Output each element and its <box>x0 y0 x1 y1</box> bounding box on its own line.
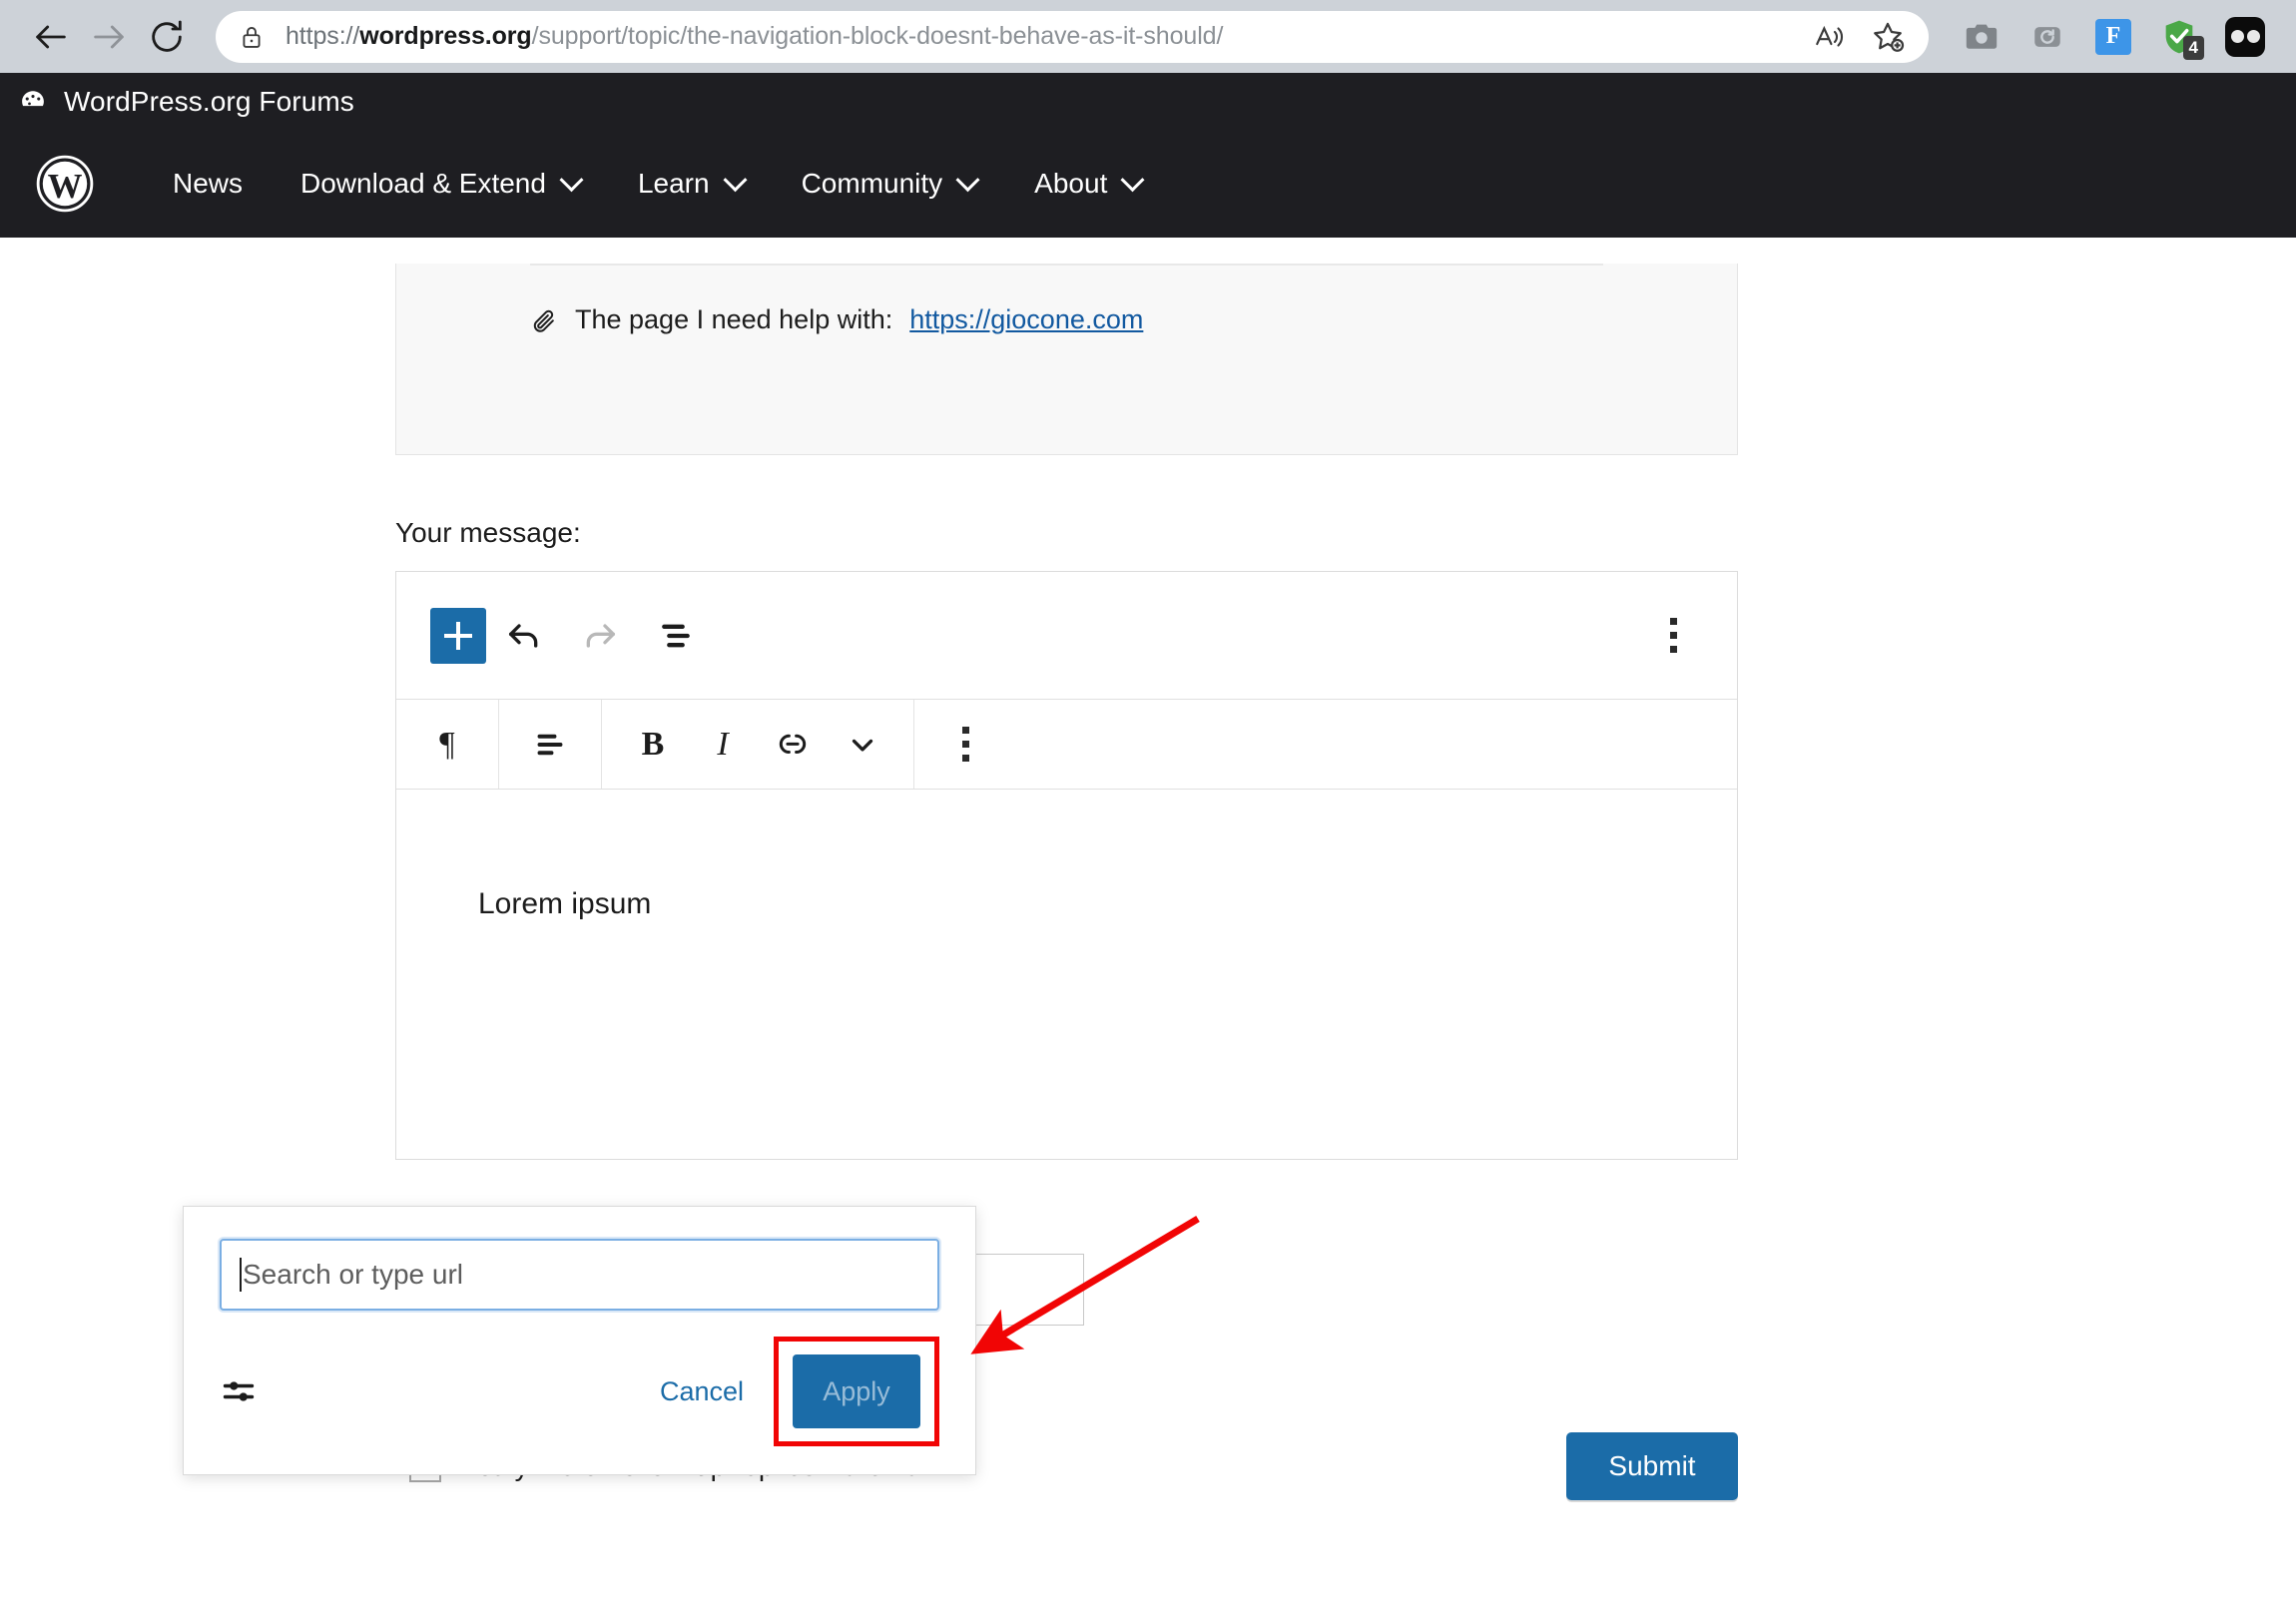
refresh-extension-icon <box>2034 26 2060 47</box>
read-aloud-button[interactable] <box>1803 14 1857 60</box>
nav-label: Community <box>801 168 943 199</box>
undo-icon <box>509 623 538 648</box>
link-settings-sliders-icon[interactable] <box>220 1372 258 1410</box>
arrow-right-icon <box>94 25 124 48</box>
lock-icon <box>238 23 266 51</box>
editor-options-button[interactable] <box>1643 598 1703 674</box>
nav-item-news[interactable]: News <box>144 168 272 200</box>
fonts-extension-icon: F <box>2095 18 2131 55</box>
nav-item-download-extend[interactable]: Download & Extend <box>272 167 609 200</box>
screenshot-camera-icon <box>1966 24 1998 49</box>
nav-label: News <box>173 168 244 199</box>
chevron-down-icon <box>559 167 584 192</box>
add-block-button[interactable] <box>430 607 486 664</box>
block-toolbar: ¶ B I <box>396 700 1737 790</box>
block-editor: ¶ B I Lorem ipsum <box>395 571 1738 1160</box>
bold-button[interactable]: B <box>618 701 688 789</box>
dark-extension-button[interactable] <box>2216 8 2274 66</box>
help-page-text: The page I need help with: <box>575 304 893 334</box>
dark-extension-icon <box>2225 16 2265 57</box>
nav-item-learn[interactable]: Learn <box>609 167 773 200</box>
list-view-icon <box>662 624 690 647</box>
shield-extension-button[interactable]: 4 <box>2150 8 2208 66</box>
arrow-left-icon <box>36 25 66 48</box>
forward-button[interactable] <box>80 8 138 66</box>
link-url-placeholder: Search or type url <box>243 1259 463 1290</box>
message-label: Your message: <box>395 517 581 548</box>
italic-button[interactable]: I <box>688 701 758 789</box>
wp-admin-bar: WordPress.org Forums <box>0 73 2296 130</box>
submit-button[interactable]: Submit <box>1566 1432 1738 1500</box>
editor-top-toolbar <box>396 572 1737 700</box>
reload-button[interactable] <box>138 8 196 66</box>
editor-paragraph[interactable]: Lorem ipsum <box>478 887 1737 921</box>
bold-icon: B <box>641 725 665 763</box>
fonts-extension-button[interactable]: F <box>2084 8 2142 66</box>
align-button[interactable] <box>515 701 585 789</box>
browser-toolbar: https://wordpress.org/support/topic/the-… <box>0 0 2296 73</box>
nav-label: Download & Extend <box>300 168 546 199</box>
divider <box>530 264 1603 266</box>
apply-button-highlight: Apply <box>774 1337 939 1446</box>
italic-icon: I <box>717 725 729 763</box>
nav-item-community[interactable]: Community <box>773 167 1006 200</box>
redo-button[interactable] <box>562 598 638 674</box>
wordpress-dashboard-icon <box>18 87 48 117</box>
undo-button[interactable] <box>486 598 562 674</box>
link-popover: Search or type url Cancel Apply <box>183 1206 976 1475</box>
wp-main-nav: W News Download & Extend Learn Community… <box>0 130 2296 238</box>
vertical-dots-icon <box>1669 618 1677 625</box>
align-icon <box>537 734 563 755</box>
chevron-down-icon <box>852 739 873 752</box>
shield-badge-count: 4 <box>2182 36 2204 60</box>
chevron-down-icon <box>955 167 980 192</box>
paperclip-icon <box>530 306 558 334</box>
chevron-down-icon <box>1120 167 1145 192</box>
svg-text:W: W <box>48 167 83 206</box>
apply-button[interactable]: Apply <box>793 1354 920 1428</box>
back-button[interactable] <box>22 8 80 66</box>
more-formats-button[interactable] <box>828 701 897 789</box>
page-help-box: The page I need help with: https://gioco… <box>395 264 1738 455</box>
editor-content-area[interactable]: Lorem ipsum <box>396 790 1737 1159</box>
add-favorite-button[interactable] <box>1861 14 1915 60</box>
nav-item-about[interactable]: About <box>1005 167 1170 200</box>
list-view-button[interactable] <box>638 598 714 674</box>
plus-icon <box>444 621 472 650</box>
add-favorite-star-icon <box>1874 22 1905 52</box>
text-caret <box>240 1258 242 1292</box>
block-type-button[interactable]: ¶ <box>412 701 482 789</box>
paragraph-icon: ¶ <box>439 725 455 763</box>
refresh-extension-button[interactable] <box>2018 8 2076 66</box>
nav-label: Learn <box>637 168 710 199</box>
block-options-button[interactable] <box>930 701 1000 789</box>
cancel-button[interactable]: Cancel <box>638 1362 766 1421</box>
extensions-area: F 4 <box>1943 8 2274 66</box>
read-aloud-icon <box>1816 25 1843 47</box>
reload-icon <box>152 20 182 52</box>
site-title[interactable]: WordPress.org Forums <box>64 86 354 118</box>
redo-icon <box>586 623 615 648</box>
chevron-down-icon <box>723 167 748 192</box>
link-url-input[interactable]: Search or type url <box>220 1239 939 1311</box>
nav-label: About <box>1034 168 1108 199</box>
vertical-dots-icon <box>935 707 995 783</box>
link-icon <box>779 734 807 754</box>
help-page-row: The page I need help with: https://gioco… <box>530 304 1603 335</box>
page-body: The page I need help with: https://gioco… <box>0 264 2296 1617</box>
url-text: https://wordpress.org/support/topic/the-… <box>286 22 1224 50</box>
link-button[interactable] <box>758 701 828 789</box>
address-bar[interactable]: https://wordpress.org/support/topic/the-… <box>216 10 1929 63</box>
help-page-link[interactable]: https://giocone.com <box>909 304 1143 335</box>
screenshot-extension-button[interactable] <box>1953 8 2010 66</box>
wordpress-logo-icon[interactable]: W <box>34 153 96 215</box>
